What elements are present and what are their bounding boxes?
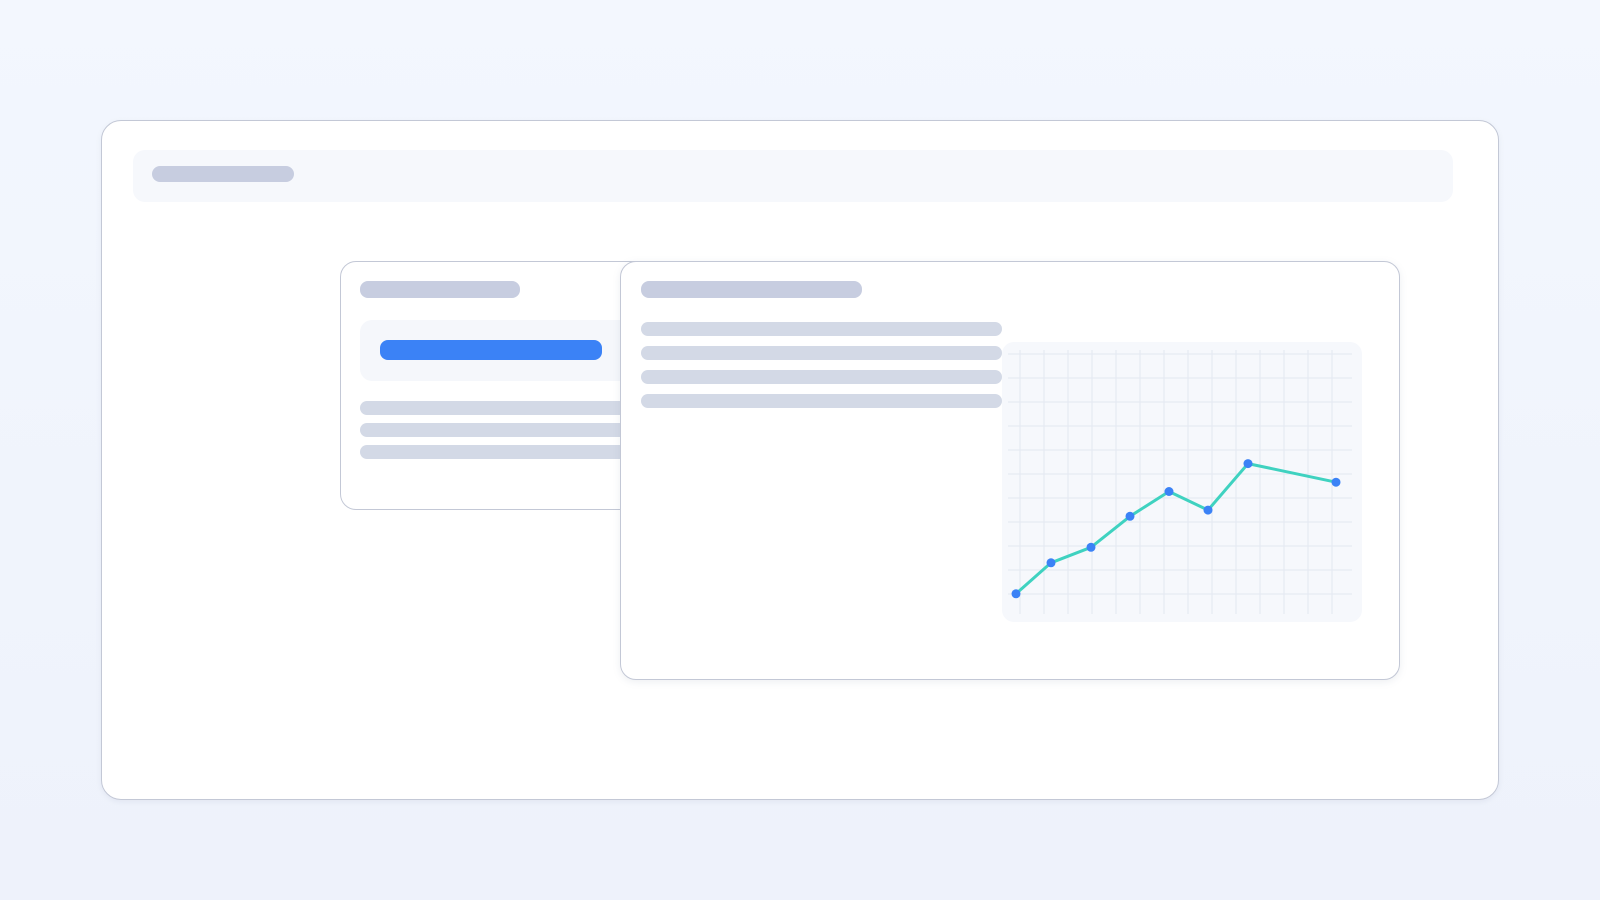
card-heading-placeholder <box>641 281 862 298</box>
series-line <box>1015 462 1337 595</box>
data-point <box>1086 542 1096 552</box>
primary-button[interactable] <box>380 340 602 360</box>
data-point <box>1046 558 1056 568</box>
text-line-placeholder <box>641 370 1002 384</box>
card-heading-placeholder <box>360 281 520 298</box>
data-point <box>1331 477 1341 487</box>
app-title-placeholder <box>152 166 294 182</box>
text-line-placeholder <box>641 346 1002 360</box>
foreground-card[interactable] <box>620 261 1400 680</box>
text-line-placeholder <box>641 322 1002 336</box>
data-point <box>1203 505 1213 515</box>
data-point <box>1164 487 1174 496</box>
text-line-placeholder <box>641 394 1002 408</box>
line-chart-svg <box>1008 350 1352 614</box>
data-point <box>1011 589 1021 599</box>
line-chart <box>1002 342 1362 622</box>
data-point <box>1125 511 1135 521</box>
data-point <box>1243 459 1253 469</box>
top-bar <box>133 150 1453 202</box>
